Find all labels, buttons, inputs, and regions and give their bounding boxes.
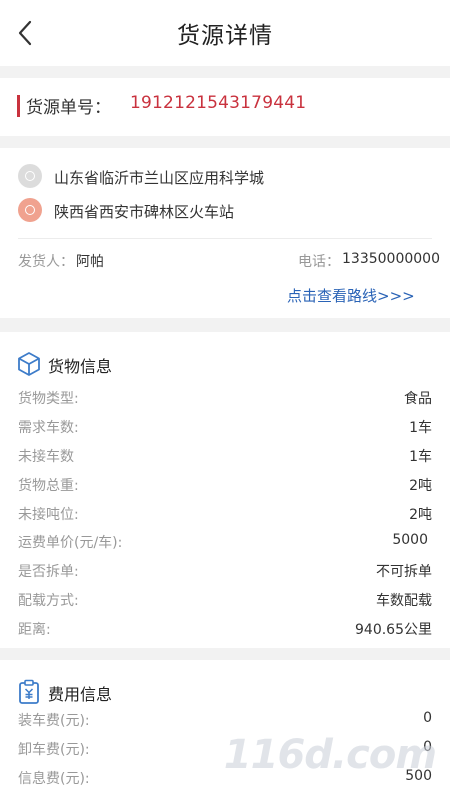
end-address: 陕西省西安市碑林区火车站 [54,203,235,221]
shipper-label: 发货人： [18,254,74,270]
goods-row: 货物类型: 食品 [18,391,432,407]
phone-number[interactable]: 13350000000 [342,251,440,267]
shipper-name: 阿帕 [76,254,104,270]
fee-row: 信息费(元): 500 [18,768,432,787]
goods-section-title: 货物信息 [48,357,113,376]
fee-section-title: 费用信息 [48,685,113,704]
cube-icon [17,351,41,377]
goods-row: 未接吨位: 2吨 [18,507,432,523]
header-bar: 货源详情 [0,0,450,66]
order-number-label: 货源单号： [26,98,111,118]
accent-bar [17,95,20,117]
goods-row: 未接车数 1车 [18,449,432,465]
page-title: 货源详情 [177,23,273,49]
goods-row: 需求车数: 1车 [18,420,432,436]
fee-clipboard-icon [17,679,41,705]
goods-info-card: 货物信息 货物类型: 食品 需求车数: 1车 未接车数 1车 货物总重: 2吨 未接吨位… [0,332,450,648]
start-address: 山东省临沂市兰山区应用科学城 [54,169,265,187]
goods-row: 配载方式: 车数配载 [18,593,432,609]
fee-info-card: 费用信息 装车费(元): 0 卸车费(元): 0 信息费(元): 500 [0,660,450,800]
fee-row: 装车费(元): 0 [18,710,432,729]
route-card: 山东省临沂市兰山区应用科学城 陕西省西安市碑林区火车站 发货人： 阿帕 电话： … [0,148,450,318]
phone-label: 电话： [298,254,340,270]
goods-row: 货物总重: 2吨 [18,478,432,494]
divider [18,238,432,239]
order-card: 货源单号： 1912121543179441 [0,78,450,136]
view-route-link[interactable]: 点击查看路线>>> [287,285,415,306]
end-location-icon [18,198,42,222]
start-location-icon [18,164,42,188]
fee-row: 卸车费(元): 0 [18,739,432,758]
goods-row: 运费单价(元/车): 5000 [18,532,428,551]
goods-row: 距离: 940.65公里 [18,622,432,638]
goods-row: 是否拆单: 不可拆单 [18,564,432,580]
order-number-value: 1912121543179441 [130,93,307,113]
